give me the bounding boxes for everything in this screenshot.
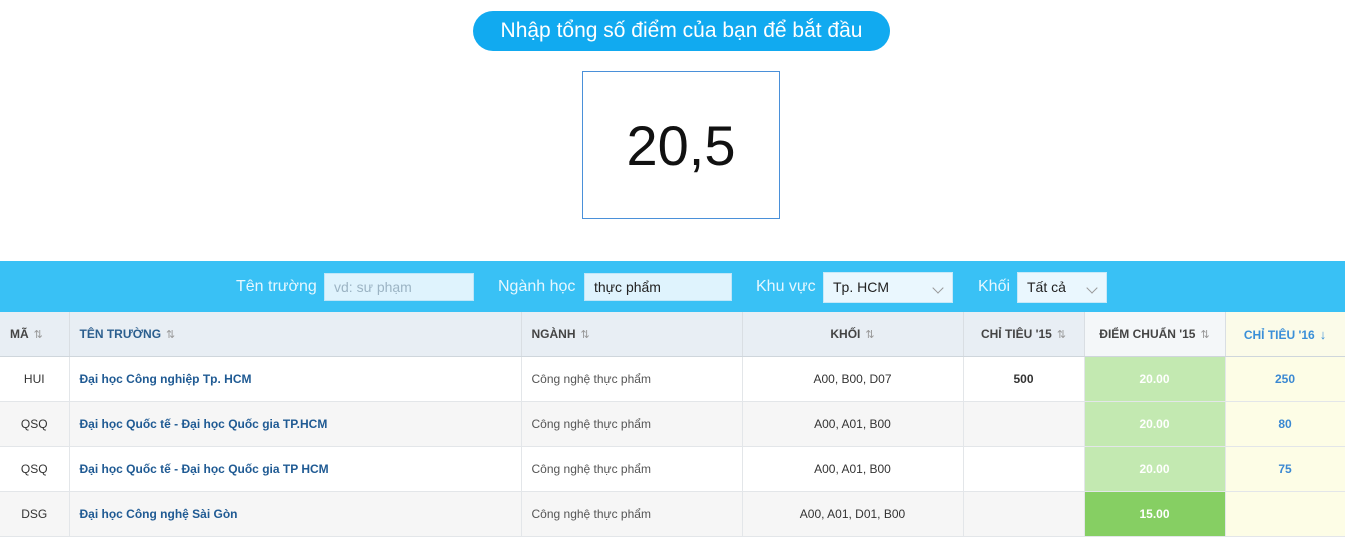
column-header-chi-tieu-15[interactable]: CHỈ TIÊU '15 ⇅ xyxy=(963,312,1085,357)
table-row[interactable]: QSQ Đại học Quốc tế - Đại học Quốc gia T… xyxy=(0,446,1345,492)
cell-quota-15: 500 xyxy=(963,356,1085,402)
cell-cutoff-15: 15.00 xyxy=(1084,491,1226,537)
cell-school-link[interactable]: Đại học Quốc tế - Đại học Quốc gia TP HC… xyxy=(69,446,522,492)
region-select-value: Tp. HCM xyxy=(833,279,889,295)
cell-ma: DSG xyxy=(0,491,70,537)
cell-quota-15 xyxy=(963,446,1085,492)
cell-quota-16 xyxy=(1225,491,1345,537)
block-select-value: Tất cả xyxy=(1027,279,1066,295)
cell-major: Công nghệ thực phẩm xyxy=(521,401,743,447)
block-select[interactable]: Tất cả xyxy=(1017,272,1107,303)
table-header-row: MÃ ⇅ TÊN TRƯỜNG ⇅ NGÀNH ⇅ KHỐI ⇅ CHỈ TIÊU '1… xyxy=(0,312,1345,357)
cell-ma: QSQ xyxy=(0,446,70,492)
column-header-ten-truong[interactable]: TÊN TRƯỜNG ⇅ xyxy=(69,312,522,357)
column-header-khoi[interactable]: KHỐI ⇅ xyxy=(742,312,964,357)
filter-bar: Tên trường vd: sư phạm Ngành học thực ph… xyxy=(0,261,1345,312)
chevron-down-icon xyxy=(932,282,944,294)
cell-block: A00, A01, B00 xyxy=(742,446,964,492)
cell-cutoff-15: 20.00 xyxy=(1084,356,1226,402)
sort-icon: ⇅ xyxy=(166,329,176,341)
results-table: MÃ ⇅ TÊN TRƯỜNG ⇅ NGÀNH ⇅ KHỐI ⇅ CHỈ TIÊU '1… xyxy=(0,312,1345,537)
cell-quota-16: 75 xyxy=(1225,446,1345,492)
cell-major: Công nghệ thực phẩm xyxy=(521,356,743,402)
column-header-nganh[interactable]: NGÀNH ⇅ xyxy=(521,312,743,357)
cell-major: Công nghệ thực phẩm xyxy=(521,446,743,492)
cell-ma: HUI xyxy=(0,356,70,402)
cell-quota-16: 250 xyxy=(1225,356,1345,402)
cell-major: Công nghệ thực phẩm xyxy=(521,491,743,537)
column-header-diem-chuan-15[interactable]: ĐIỂM CHUẨN '15 ⇅ xyxy=(1084,312,1226,357)
cell-ma: QSQ xyxy=(0,401,70,447)
cell-block: A00, A01, D01, B00 xyxy=(742,491,964,537)
column-header-chi-tieu-16-label: CHỈ TIÊU '16 xyxy=(1243,327,1315,342)
chevron-down-icon xyxy=(1086,282,1098,294)
cell-block: A00, B00, D07 xyxy=(742,356,964,402)
school-name-input[interactable]: vd: sư phạm xyxy=(324,273,474,301)
table-row[interactable]: DSG Đại học Công nghệ Sài Gòn Công nghệ … xyxy=(0,491,1345,537)
cell-cutoff-15: 20.00 xyxy=(1084,446,1226,492)
cell-quota-15 xyxy=(963,491,1085,537)
cell-cutoff-15: 20.00 xyxy=(1084,401,1226,447)
column-header-diem-chuan-15-label: ĐIỂM CHUẨN '15 xyxy=(1099,327,1196,341)
table-row[interactable]: HUI Đại học Công nghiệp Tp. HCM Công ngh… xyxy=(0,356,1345,402)
school-name-label: Tên trường xyxy=(236,278,317,295)
major-label: Ngành học xyxy=(498,278,576,295)
region-select[interactable]: Tp. HCM xyxy=(823,272,953,303)
column-header-ma-label: MÃ xyxy=(10,327,29,341)
column-header-ma[interactable]: MÃ ⇅ xyxy=(0,312,70,357)
arrow-down-icon: ↓ xyxy=(1319,326,1327,342)
sort-icon: ⇅ xyxy=(1056,329,1067,341)
cell-block: A00, A01, B00 xyxy=(742,401,964,447)
cell-quota-15 xyxy=(963,401,1085,447)
column-header-chi-tieu-15-label: CHỈ TIÊU '15 xyxy=(980,327,1052,341)
column-header-chi-tieu-16[interactable]: CHỈ TIÊU '16 ↓ xyxy=(1225,312,1345,357)
score-prompt-banner: Nhập tổng số điểm của bạn để bắt đầu xyxy=(473,11,890,51)
sort-icon: ⇅ xyxy=(1200,329,1210,341)
column-header-ten-truong-label: TÊN TRƯỜNG xyxy=(79,327,162,341)
sort-icon: ⇅ xyxy=(33,329,43,341)
sort-icon: ⇅ xyxy=(865,329,875,341)
cell-school-link[interactable]: Đại học Quốc tế - Đại học Quốc gia TP.HC… xyxy=(69,401,522,447)
block-label: Khối xyxy=(978,278,1011,295)
column-header-nganh-label: NGÀNH xyxy=(531,327,576,341)
cell-school-link[interactable]: Đại học Công nghệ Sài Gòn xyxy=(69,491,522,537)
cell-quota-16: 80 xyxy=(1225,401,1345,447)
column-header-khoi-label: KHỐI xyxy=(830,327,861,341)
cell-school-link[interactable]: Đại học Công nghiệp Tp. HCM xyxy=(69,356,522,402)
sort-icon: ⇅ xyxy=(580,329,590,341)
region-label: Khu vực xyxy=(756,278,816,295)
major-input[interactable]: thực phẩm xyxy=(584,273,732,301)
table-row[interactable]: QSQ Đại học Quốc tế - Đại học Quốc gia T… xyxy=(0,401,1345,447)
score-input[interactable]: 20,5 xyxy=(582,71,780,219)
